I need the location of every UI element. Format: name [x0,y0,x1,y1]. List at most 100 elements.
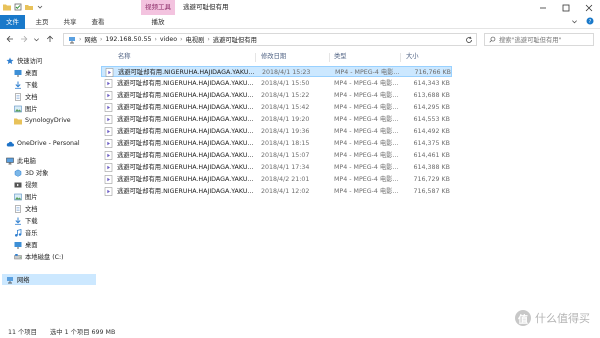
sidebar-item-downloads[interactable]: 下载 [14,79,106,90]
column-separator[interactable] [329,53,330,62]
tab-home[interactable]: 主页 [30,15,54,29]
chevron-down-icon[interactable] [36,3,44,11]
file-name: 逃避可耻却有用.NIGERUHA.HAJIDAGA.YAKU... [118,69,254,76]
chevron-down-icon [34,37,39,41]
file-name: 逃避可耻却有用.NIGERUHA.HAJIDAGA.YAKU... [117,140,253,147]
sidebar-item-documents[interactable]: 文档 [14,91,106,102]
column-separator[interactable] [255,53,256,62]
breadcrumb-video[interactable]: video [160,36,177,43]
tab-file[interactable]: 文件 [0,15,25,29]
watermark-logo: 值 [515,310,531,326]
sidebar-item-label: 图片 [25,106,38,113]
sidebar-item-label: 下载 [25,218,38,225]
properties-icon[interactable] [14,3,22,11]
watermark: 值 什么值得买 [515,310,590,326]
minimize-button[interactable] [531,0,554,15]
chevron-down-icon[interactable] [571,18,578,25]
close-button[interactable] [577,0,600,15]
sidebar-item-local-disk-c[interactable]: 本地磁盘 (C:) [14,251,96,262]
sidebar-item-this-pc[interactable]: 此电脑 [6,155,96,166]
column-header-date[interactable]: 修改日期 [261,52,286,62]
video-file-icon [104,79,113,88]
folder-icon [14,118,22,124]
file-row[interactable]: 逃避可耻却有用.NIGERUHA.HAJIDAGA.YAKU... 2018/4… [101,186,452,197]
breadcrumb-current-folder[interactable]: 逃避可耻但有用 [213,35,257,44]
file-row[interactable]: 逃避可耻却有用.NIGERUHA.HAJIDAGA.YAKU... 2018/4… [101,162,452,173]
column-header-size[interactable]: 大小 [406,52,419,62]
video-file-icon [104,103,113,112]
tab-view[interactable]: 查看 [86,15,110,29]
context-tab-video-tools[interactable]: 视频工具 [141,0,175,15]
column-separator[interactable] [400,53,401,62]
sidebar-item-documents-pc[interactable]: 文档 [14,203,96,214]
file-size: 614,343 KB [413,80,451,87]
breadcrumb-separator: › [154,36,157,43]
file-row[interactable]: 逃避可耻却有用.NIGERUHA.HAJIDAGA.YAKU... 2018/4… [101,102,452,113]
breadcrumb-separator: › [207,36,210,43]
video-icon [14,182,22,187]
picture-icon [14,193,22,200]
refresh-icon[interactable] [465,36,473,44]
up-button[interactable] [45,34,54,44]
file-row[interactable]: 逃避可耻却有用.NIGERUHA.HAJIDAGA.YAKU... 2018/4… [101,174,452,185]
breadcrumb-tv-series[interactable]: 电视剧 [186,35,205,44]
sidebar-item-label: 3D 对象 [25,170,49,177]
sidebar-item-onedrive[interactable]: OneDrive - Personal [6,138,96,149]
file-type: MP4 - MPEG-4 电影... [334,116,399,123]
breadcrumb-separator: › [100,36,103,43]
sidebar-item-desktop-pc[interactable]: 桌面 [14,239,96,250]
network-icon [69,36,75,43]
breadcrumb-network[interactable]: 网络 [84,35,97,44]
file-row[interactable]: 逃避可耻却有用.NIGERUHA.HAJIDAGA.YAKU... 2018/4… [101,66,452,77]
new-folder-icon[interactable] [25,3,33,11]
recent-locations-button[interactable] [32,34,41,44]
sidebar-item-label: 快速访问 [17,58,43,65]
column-header-name[interactable]: 名称 [118,52,131,62]
forward-button[interactable] [19,34,28,44]
file-date: 2018/4/2 21:01 [261,176,310,183]
video-file-icon [104,163,113,172]
file-row[interactable]: 逃避可耻却有用.NIGERUHA.HAJIDAGA.YAKU... 2018/4… [101,150,452,161]
sidebar-item-pictures-pc[interactable]: 图片 [14,191,96,202]
sidebar-item-videos[interactable]: 视频 [14,179,96,190]
ribbon: 文件 主页 共享 查看 播放 ? [0,15,600,29]
sidebar-item-3d-objects[interactable]: 3D 对象 [14,167,96,178]
music-icon [15,228,22,237]
sidebar-item-music[interactable]: 音乐 [14,227,96,238]
column-header-type[interactable]: 类型 [334,52,347,62]
document-icon [15,92,21,101]
sidebar-item-pictures[interactable]: 图片 [14,103,106,114]
sidebar-item-quick-access[interactable]: 快速访问 [6,55,96,66]
file-row[interactable]: 逃避可耻却有用.NIGERUHA.HAJIDAGA.YAKU... 2018/4… [101,126,452,137]
search-input[interactable]: 搜索"逃避可耻但有用" [484,33,594,46]
star-icon [6,57,14,64]
sidebar-item-label: 此电脑 [17,158,36,165]
file-row[interactable]: 逃避可耻却有用.NIGERUHA.HAJIDAGA.YAKU... 2018/4… [101,90,452,101]
help-icon[interactable]: ? [586,17,594,25]
maximize-button[interactable] [554,0,577,15]
sidebar-item-network[interactable]: 网络 [2,274,96,285]
item-count: 11 个项目 [8,329,37,336]
sidebar-item-label: 文档 [25,94,38,101]
tab-share[interactable]: 共享 [58,15,82,29]
address-bar[interactable]: › 网络 › 192.168.50.55 › video › 电视剧 › 逃避可… [63,33,477,46]
sidebar-item-downloads-pc[interactable]: 下载 [14,215,96,226]
file-row[interactable]: 逃避可耻却有用.NIGERUHA.HAJIDAGA.YAKU... 2018/4… [101,138,452,149]
disk-icon [14,253,22,259]
window-controls [531,0,600,15]
tab-play[interactable]: 播放 [143,15,173,29]
sidebar-item-synologydrive[interactable]: SynologyDrive [14,115,106,126]
sidebar-item-label: 网络 [17,277,30,284]
file-name: 逃避可耻却有用.NIGERUHA.HAJIDAGA.YAKU... [117,128,253,135]
breadcrumb-host[interactable]: 192.168.50.55 [105,36,151,43]
video-file-icon [104,91,113,100]
file-row[interactable]: 逃避可耻却有用.NIGERUHA.HAJIDAGA.YAKU... 2018/4… [101,78,452,89]
file-row[interactable]: 逃避可耻却有用.NIGERUHA.HAJIDAGA.YAKU... 2018/4… [101,114,452,125]
ribbon-controls: ? [571,17,594,25]
file-name: 逃避可耻却有用.NIGERUHA.HAJIDAGA.YAKU... [117,176,253,183]
file-date: 2018/4/1 15:22 [261,92,310,99]
sidebar-item-desktop[interactable]: 桌面 [14,67,106,78]
file-size: 716,729 KB [413,176,451,183]
back-button[interactable] [5,34,14,44]
window-title: 逃避可耻但有用 [183,3,229,11]
